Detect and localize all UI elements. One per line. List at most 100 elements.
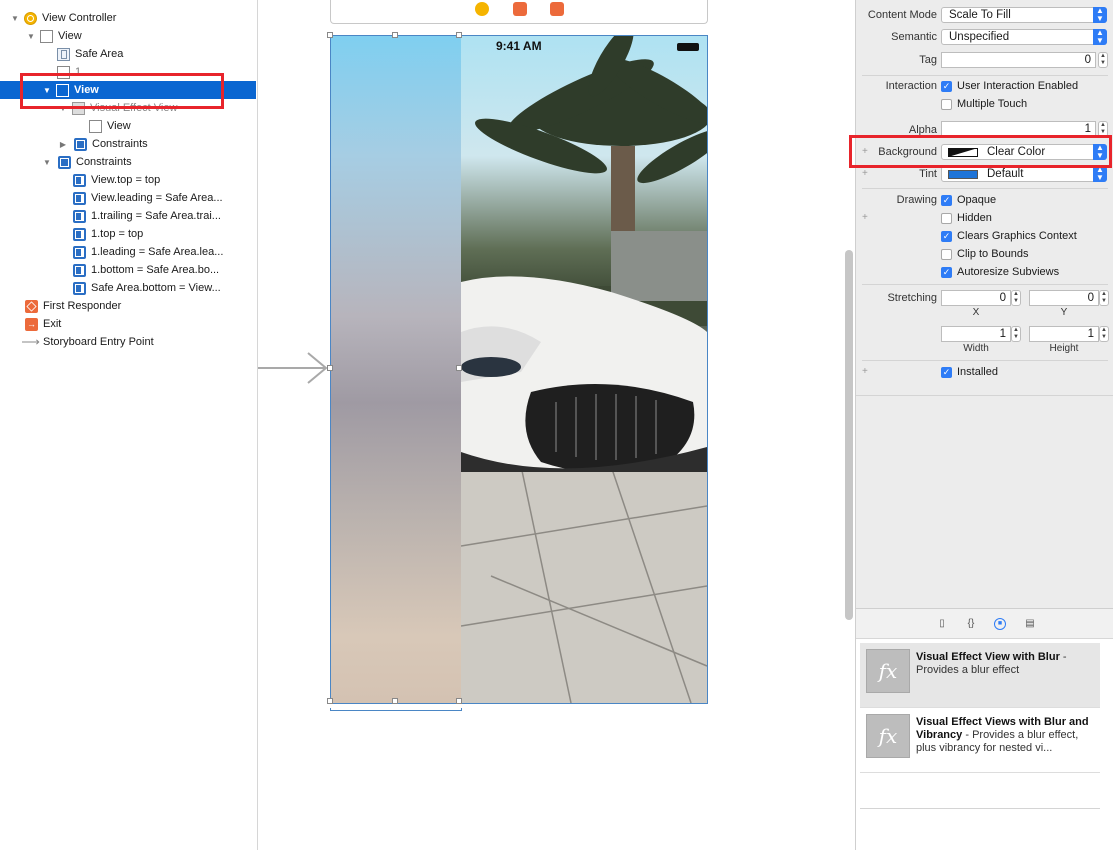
fx-vibrancy-icon: fx [866, 714, 910, 758]
outline-item-label: 1.leading = Safe Area.lea... [91, 246, 224, 258]
stretch-width-stepper[interactable]: ▲ ▼ [1011, 326, 1021, 342]
tag-stepper[interactable]: ▲ ▼ [1098, 52, 1108, 68]
outline-item-first-responder[interactable]: First Responder [0, 297, 256, 315]
width-caption: Width [963, 343, 989, 354]
outline-item-label: First Responder [43, 300, 122, 312]
media-library-tab-icon[interactable]: ▤ [1024, 618, 1036, 630]
scene-dock [330, 0, 708, 24]
status-bar: 9:41 AM [331, 38, 707, 54]
stretch-width-field[interactable]: 1 [941, 326, 1011, 342]
resize-handle[interactable] [327, 698, 333, 704]
outline-item-constraint[interactable]: 1.leading = Safe Area.lea... [0, 243, 256, 261]
resize-handle[interactable] [392, 698, 398, 704]
outline-item-storyboard-entry-point[interactable]: ⟶ Storyboard Entry Point [0, 333, 256, 351]
checkmark-icon: ✓ [941, 266, 952, 278]
outline-item-view[interactable]: ▼ View [0, 27, 256, 45]
checkbox-label: Clears Graphics Context [957, 230, 1077, 242]
tint-color-popup[interactable]: Default ▲ ▼ [941, 166, 1107, 182]
clears-graphics-context-checkbox[interactable]: ✓ Clears Graphics Context [941, 230, 1077, 242]
storyboard-entry-arrow-icon[interactable] [258, 352, 332, 386]
disclosure-open-icon[interactable]: ▼ [10, 13, 20, 23]
checkbox-label: Hidden [957, 212, 992, 224]
fx-icon: fx [866, 649, 910, 693]
semantic-popup[interactable]: Unspecified ▲ ▼ [941, 29, 1107, 45]
stretching-label: Stretching [887, 292, 937, 304]
outline-item-constraint[interactable]: Safe Area.bottom = View... [0, 279, 256, 297]
canvas-vertical-scrollbar[interactable] [845, 250, 853, 620]
outline-item-constraint[interactable]: View.top = top [0, 171, 256, 189]
code-snippet-tab-icon[interactable]: {} [965, 618, 977, 630]
object-library-tab-icon[interactable]: ■ [994, 618, 1006, 630]
resize-handle[interactable] [456, 365, 462, 371]
view-controller-icon[interactable] [475, 2, 489, 16]
add-variation-icon[interactable]: + [862, 366, 868, 377]
outline-item-view-controller[interactable]: ▼ View Controller [0, 9, 256, 27]
exit-icon[interactable] [550, 2, 564, 16]
installed-checkbox[interactable]: ✓ Installed [941, 366, 998, 378]
resize-handle[interactable] [327, 365, 333, 371]
stretch-x-field[interactable]: 0 [941, 290, 1011, 306]
outline-item-constraint[interactable]: 1.trailing = Safe Area.trai... [0, 207, 256, 225]
constraint-icon [73, 263, 86, 277]
x-caption: X [972, 307, 980, 318]
content-mode-value: Scale To Fill [949, 9, 1011, 21]
opaque-checkbox[interactable]: ✓ Opaque [941, 194, 996, 206]
library-item-text: Visual Effect Views with Blur and Vibran… [916, 716, 1089, 754]
stretch-y-field[interactable]: 0 [1029, 290, 1099, 306]
file-template-tab-icon[interactable]: ▯ [936, 618, 948, 630]
stretch-x-stepper[interactable]: ▲ ▼ [1011, 290, 1021, 306]
user-interaction-checkbox[interactable]: ✓ User Interaction Enabled [941, 80, 1078, 92]
outline-item-constraints[interactable]: ▼ Constraints [0, 153, 256, 171]
clip-to-bounds-checkbox[interactable]: Clip to Bounds [941, 248, 1029, 260]
first-responder-icon[interactable] [513, 2, 527, 16]
autoresize-subviews-checkbox[interactable]: ✓ Autoresize Subviews [941, 266, 1059, 278]
outline-item-exit[interactable]: Exit [0, 315, 256, 333]
annotation-red-box-background [849, 135, 1112, 168]
stretch-height-stepper[interactable]: ▲ ▼ [1099, 326, 1109, 342]
hidden-checkbox[interactable]: Hidden [941, 212, 992, 224]
divider [862, 188, 1108, 189]
content-mode-label: Content Mode [867, 9, 937, 21]
popup-chevron-icon: ▲ ▼ [1093, 29, 1107, 45]
multiple-touch-checkbox[interactable]: Multiple Touch [941, 98, 1027, 110]
outline-item-safe-area[interactable]: Safe Area [0, 45, 256, 63]
car-image [461, 276, 707, 472]
outline-item-constraint[interactable]: View.leading = Safe Area... [0, 189, 256, 207]
content-mode-popup[interactable]: Scale To Fill ▲ ▼ [941, 7, 1107, 23]
width-constraint-indicator [330, 708, 462, 711]
outline-item-label: Constraints [92, 138, 148, 150]
checkmark-icon: ✓ [941, 366, 952, 378]
resize-handle[interactable] [327, 32, 333, 38]
tag-field[interactable]: 0 [941, 52, 1096, 68]
outline-item-constraint[interactable]: 1.bottom = Safe Area.bo... [0, 261, 256, 279]
stretch-y-stepper[interactable]: ▲ ▼ [1099, 290, 1109, 306]
view-controller-icon [24, 11, 37, 25]
disclosure-open-icon[interactable]: ▼ [42, 157, 52, 167]
outline-item-constraint[interactable]: 1.top = top [0, 225, 256, 243]
divider [862, 284, 1108, 285]
outline-item-label: View [58, 30, 82, 42]
annotation-red-box-outline [20, 73, 224, 109]
document-outline: ▼ View Controller ▼ View Safe Area 1 ▼ V… [0, 0, 256, 850]
add-variation-icon[interactable]: + [862, 168, 868, 179]
outline-item-label: 1.trailing = Safe Area.trai... [91, 210, 221, 222]
outline-item-label: Constraints [76, 156, 132, 168]
visual-effect-view[interactable] [331, 36, 461, 703]
outline-item-constraints-inner[interactable]: ▶ Constraints [0, 135, 256, 153]
resize-handle[interactable] [456, 698, 462, 704]
checkmark-icon: ✓ [941, 230, 952, 242]
device-screen[interactable]: 9:41 AM [330, 35, 708, 704]
outline-item-view-nested[interactable]: View [0, 117, 256, 135]
library-item-visual-effect-blur[interactable]: fx Visual Effect View with Blur - Provid… [860, 643, 1100, 707]
object-library-list: fx Visual Effect View with Blur - Provid… [856, 638, 1113, 851]
add-variation-icon[interactable]: + [862, 212, 868, 223]
disclosure-open-icon[interactable]: ▼ [26, 31, 36, 41]
resize-handle[interactable] [392, 32, 398, 38]
library-item-visual-effect-vibrancy[interactable]: fx Visual Effect Views with Blur and Vib… [860, 707, 1100, 773]
stretch-height-field[interactable]: 1 [1029, 326, 1099, 342]
view-icon [40, 29, 53, 43]
resize-handle[interactable] [456, 32, 462, 38]
checkmark-icon: ✓ [941, 194, 952, 206]
disclosure-closed-icon[interactable]: ▶ [58, 139, 68, 149]
tint-swatch-icon [948, 170, 978, 179]
